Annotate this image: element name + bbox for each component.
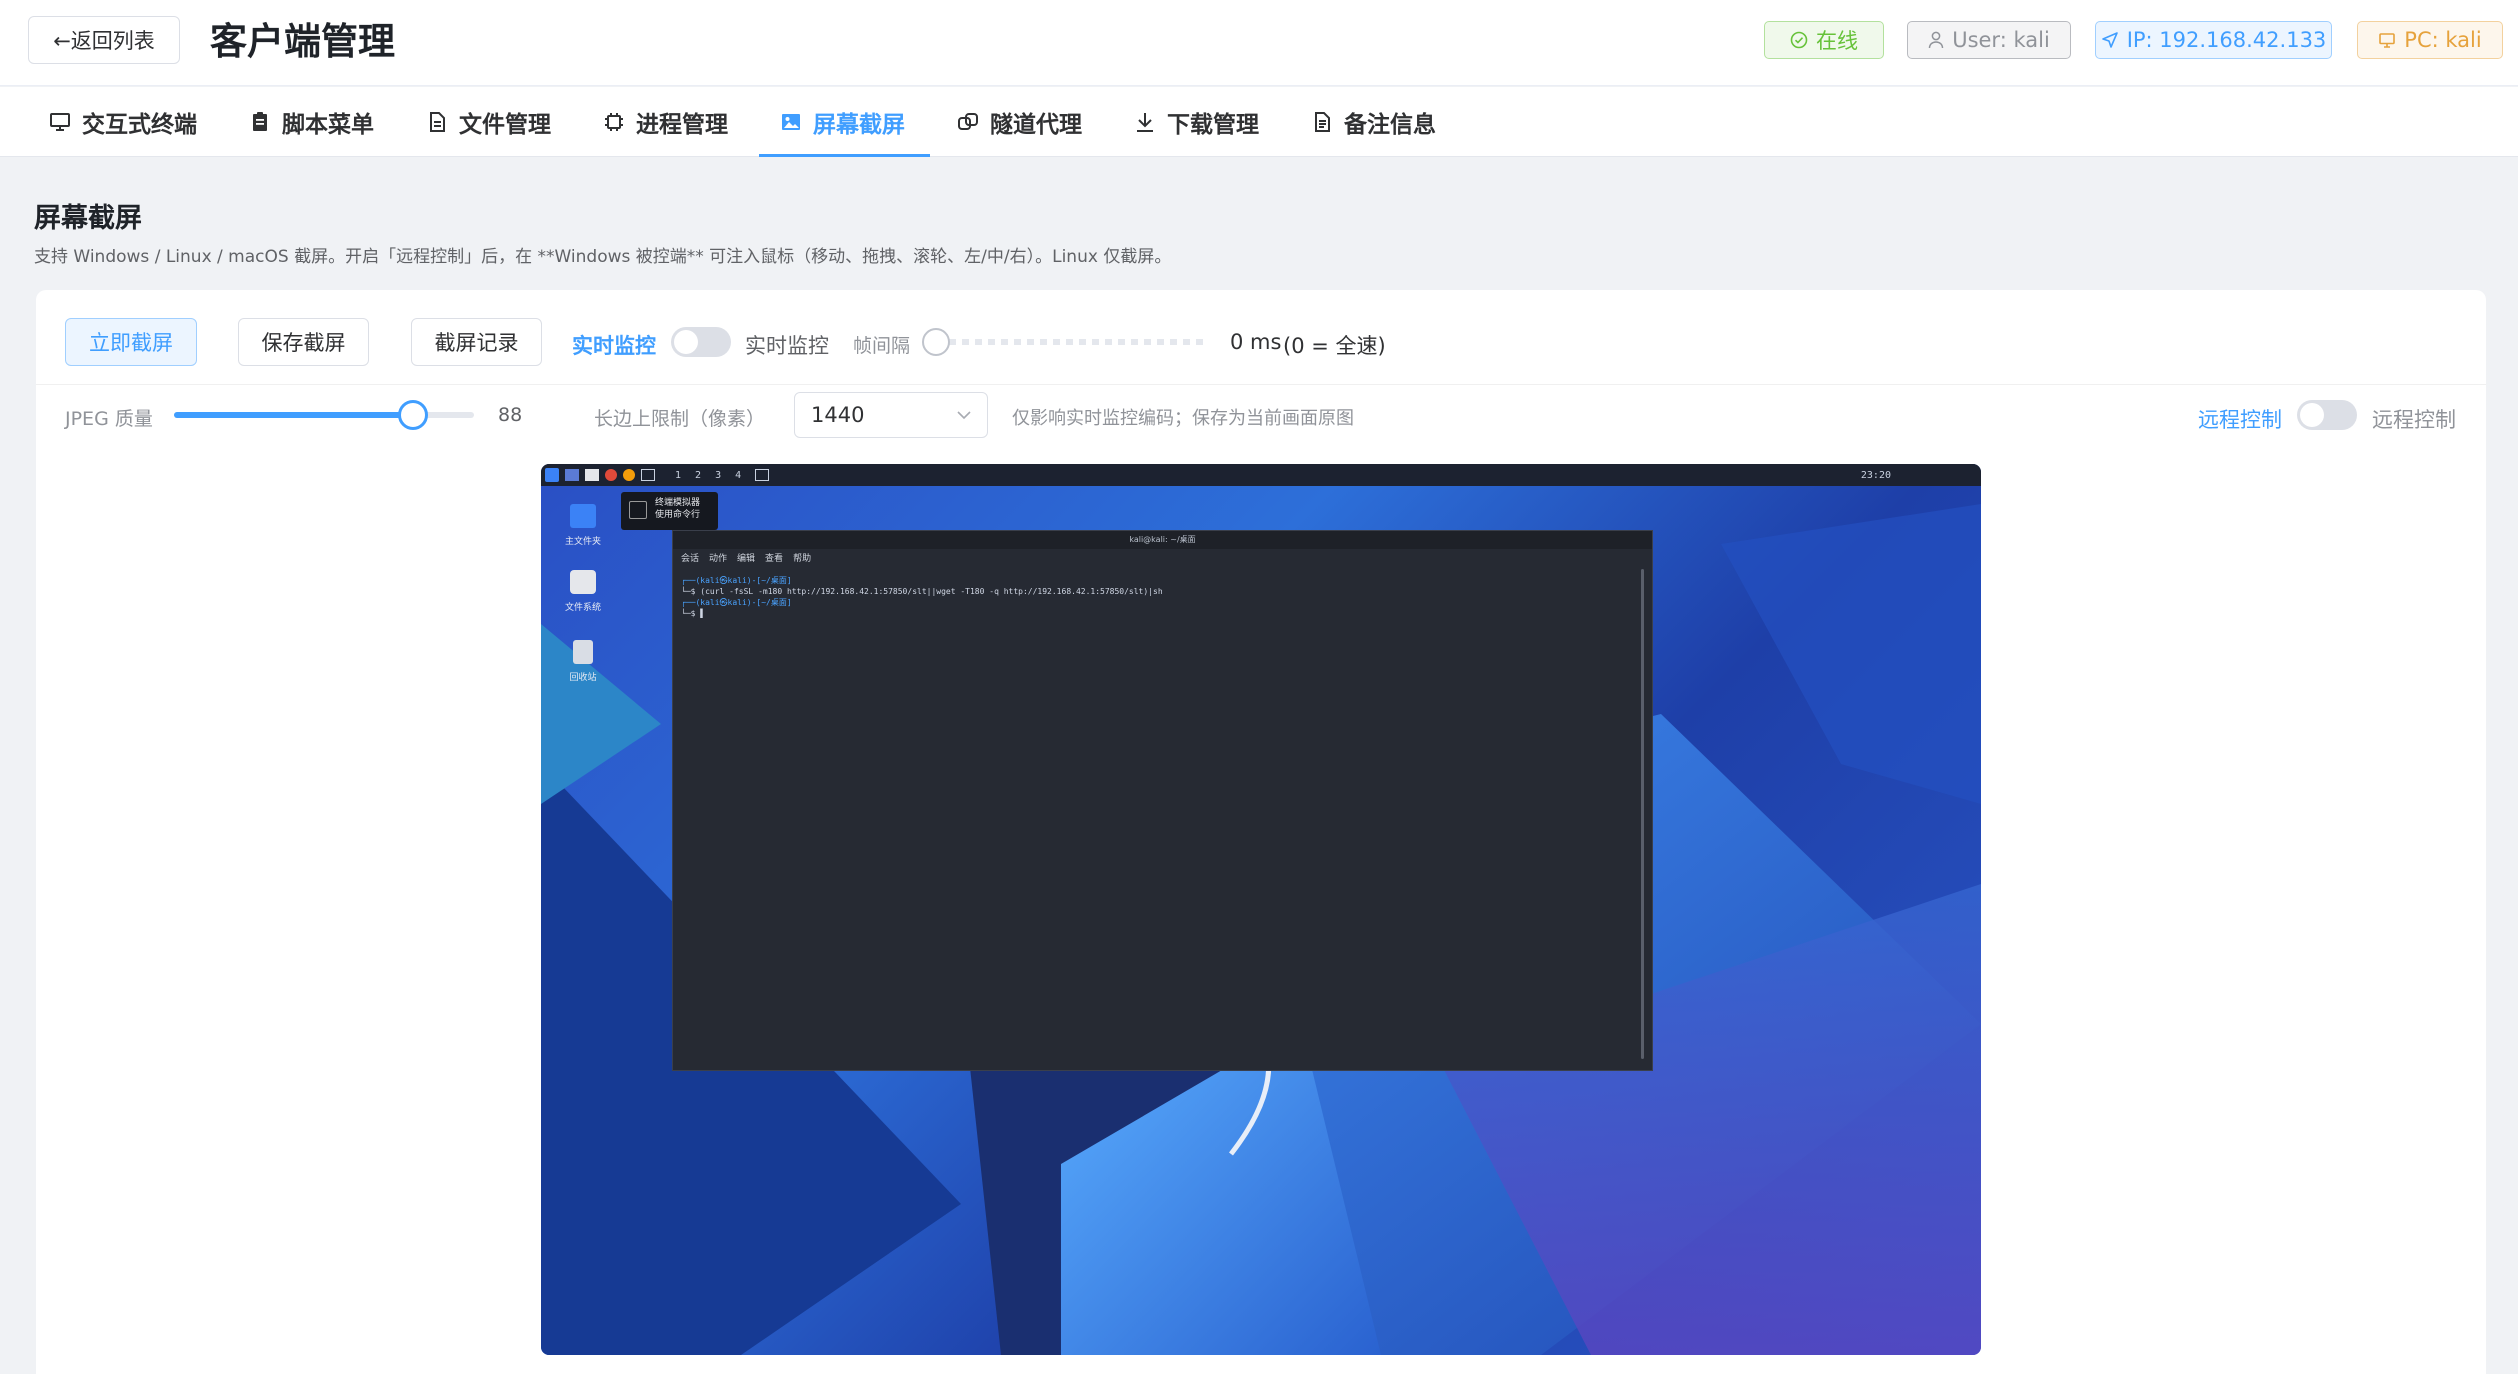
frame-interval-slider-handle[interactable] <box>922 328 950 356</box>
save-capture-button[interactable]: 保存截屏 <box>238 318 369 366</box>
tab-screen-capture[interactable]: 屏幕截屏 <box>779 87 905 157</box>
back-to-list-button[interactable]: ←返回列表 <box>28 16 180 64</box>
check-circle-icon <box>1790 31 1808 49</box>
max-edge-select[interactable]: 1440 <box>794 392 988 438</box>
tab-tunnel-proxy[interactable]: 隧道代理 <box>956 87 1082 157</box>
link-icon <box>958 113 978 130</box>
divider <box>36 384 2486 385</box>
workspace-3: 3 <box>715 469 722 481</box>
workspace-1: 1 <box>675 469 682 481</box>
browser-icon <box>605 469 617 481</box>
tab-label: 下载管理 <box>1167 112 1259 138</box>
cpu-icon <box>605 113 623 131</box>
frame-interval-slider-track[interactable] <box>936 339 1206 345</box>
tab-label: 交互式终端 <box>82 112 197 138</box>
max-edge-label: 长边上限制（像素） <box>594 408 766 430</box>
tab-label: 隧道代理 <box>990 112 1082 138</box>
section-title: 屏幕截屏 <box>34 203 142 234</box>
tab-label: 备注信息 <box>1344 112 1436 138</box>
capture-history-button[interactable]: 截屏记录 <box>411 318 542 366</box>
tab-download-management[interactable]: 下载管理 <box>1133 87 1259 157</box>
active-tab-indicator <box>759 154 930 157</box>
terminal-menubar: 会话 动作 编辑 查看 帮助 <box>681 553 812 564</box>
user-badge: User: kali <box>1907 21 2071 59</box>
location-arrow-icon <box>2101 32 2118 48</box>
remote-taskbar: 1 2 3 4 23:20 <box>541 464 1981 486</box>
remote-control-switch[interactable] <box>2297 400 2357 430</box>
remote-terminal-window: kali@kali: ~/桌面 会话 动作 编辑 查看 帮助 ┌──(kali㉿… <box>672 530 1653 1071</box>
jpeg-quality-value: 88 <box>498 404 523 426</box>
firefox-icon <box>623 469 635 481</box>
workspace-2: 2 <box>695 469 702 481</box>
folder-icon <box>585 469 599 481</box>
terminal-titlebar: kali@kali: ~/桌面 <box>673 531 1652 549</box>
monitor-icon <box>50 113 70 131</box>
page-title: 客户端管理 <box>210 20 395 63</box>
tab-script-menu[interactable]: 脚本菜单 <box>248 87 374 157</box>
status-badge-online: 在线 <box>1764 21 1884 59</box>
clock: 23:20 <box>1860 469 1891 481</box>
desktop-icon-trash: 回收站 <box>548 640 618 683</box>
menu-icon <box>545 468 559 482</box>
frame-interval-hint: (0 = 全速) <box>1283 334 1386 358</box>
jpeg-quality-slider-fill <box>174 412 414 418</box>
remote-control-label: 远程控制 <box>2198 408 2282 432</box>
terminal-icon <box>641 469 655 481</box>
live-monitor-switch-label: 实时监控 <box>745 334 829 358</box>
clipboard-icon <box>253 112 267 131</box>
terminal-scrollbar <box>1641 569 1644 1059</box>
online-label: 在线 <box>1816 29 1858 53</box>
remote-control-switch-label: 远程控制 <box>2372 408 2456 432</box>
document-icon <box>430 112 445 132</box>
picture-icon <box>782 114 800 130</box>
tab-label: 文件管理 <box>459 112 551 138</box>
download-icon <box>1137 113 1153 132</box>
terminal-output: ┌──(kali㉿kali)-[~/桌面] └─$ (curl -fsSL -m1… <box>681 576 1163 618</box>
desktop-icon-home: 主文件夹 <box>548 504 618 547</box>
page-header: ←返回列表 客户端管理 在线 User: kali IP: 192.168.42… <box>0 0 2518 86</box>
jpeg-quality-label: JPEG 质量 <box>65 408 153 430</box>
tab-process-management[interactable]: 进程管理 <box>602 87 728 157</box>
remote-tooltip: 终端模拟器 使用命令行 <box>621 492 718 530</box>
tab-notes[interactable]: 备注信息 <box>1310 87 1436 157</box>
remote-screenshot[interactable]: 1 2 3 4 23:20 主文件夹 文件系统 回收站 终端模拟器 使用命令行 … <box>541 464 1981 1355</box>
tab-interactive-terminal[interactable]: 交互式终端 <box>48 87 197 157</box>
terminal-task-icon <box>755 469 770 481</box>
pc-label: PC: kali <box>2404 28 2482 52</box>
jpeg-quality-slider-track[interactable] <box>174 412 474 418</box>
tab-file-management[interactable]: 文件管理 <box>425 87 551 157</box>
tab-label: 进程管理 <box>636 112 728 138</box>
frame-interval-value: 0 ms <box>1230 330 1282 354</box>
max-edge-hint: 仅影响实时监控编码；保存为当前画面原图 <box>1012 408 1354 429</box>
ip-badge: IP: 192.168.42.133 <box>2095 21 2332 59</box>
workspace-4: 4 <box>735 469 742 481</box>
live-monitor-label: 实时监控 <box>572 334 656 358</box>
capture-now-button[interactable]: 立即截屏 <box>65 318 197 366</box>
tab-label: 脚本菜单 <box>282 112 374 138</box>
pc-badge: PC: kali <box>2357 21 2503 59</box>
frame-interval-label: 帧间隔 <box>853 335 911 357</box>
jpeg-quality-slider-handle[interactable] <box>398 400 428 430</box>
tab-label: 屏幕截屏 <box>813 112 905 138</box>
desktop-icon-filesystem: 文件系统 <box>548 570 618 613</box>
window-icon <box>565 469 579 481</box>
user-icon <box>1928 31 1944 49</box>
chevron-down-icon <box>957 411 971 420</box>
user-label: User: kali <box>1952 28 2050 52</box>
live-monitor-switch[interactable] <box>671 327 731 357</box>
max-edge-select-value: 1440 <box>811 403 865 427</box>
tab-bar: 交互式终端 脚本菜单 文件管理 进程管理 屏幕截屏 隧道代理 下载管理 备注信息 <box>0 87 2518 157</box>
section-description: 支持 Windows / Linux / macOS 截屏。开启「远程控制」后，… <box>34 247 1172 267</box>
note-icon <box>1315 112 1330 132</box>
monitor-icon <box>2379 33 2396 48</box>
ip-label: IP: 192.168.42.133 <box>2126 28 2327 52</box>
